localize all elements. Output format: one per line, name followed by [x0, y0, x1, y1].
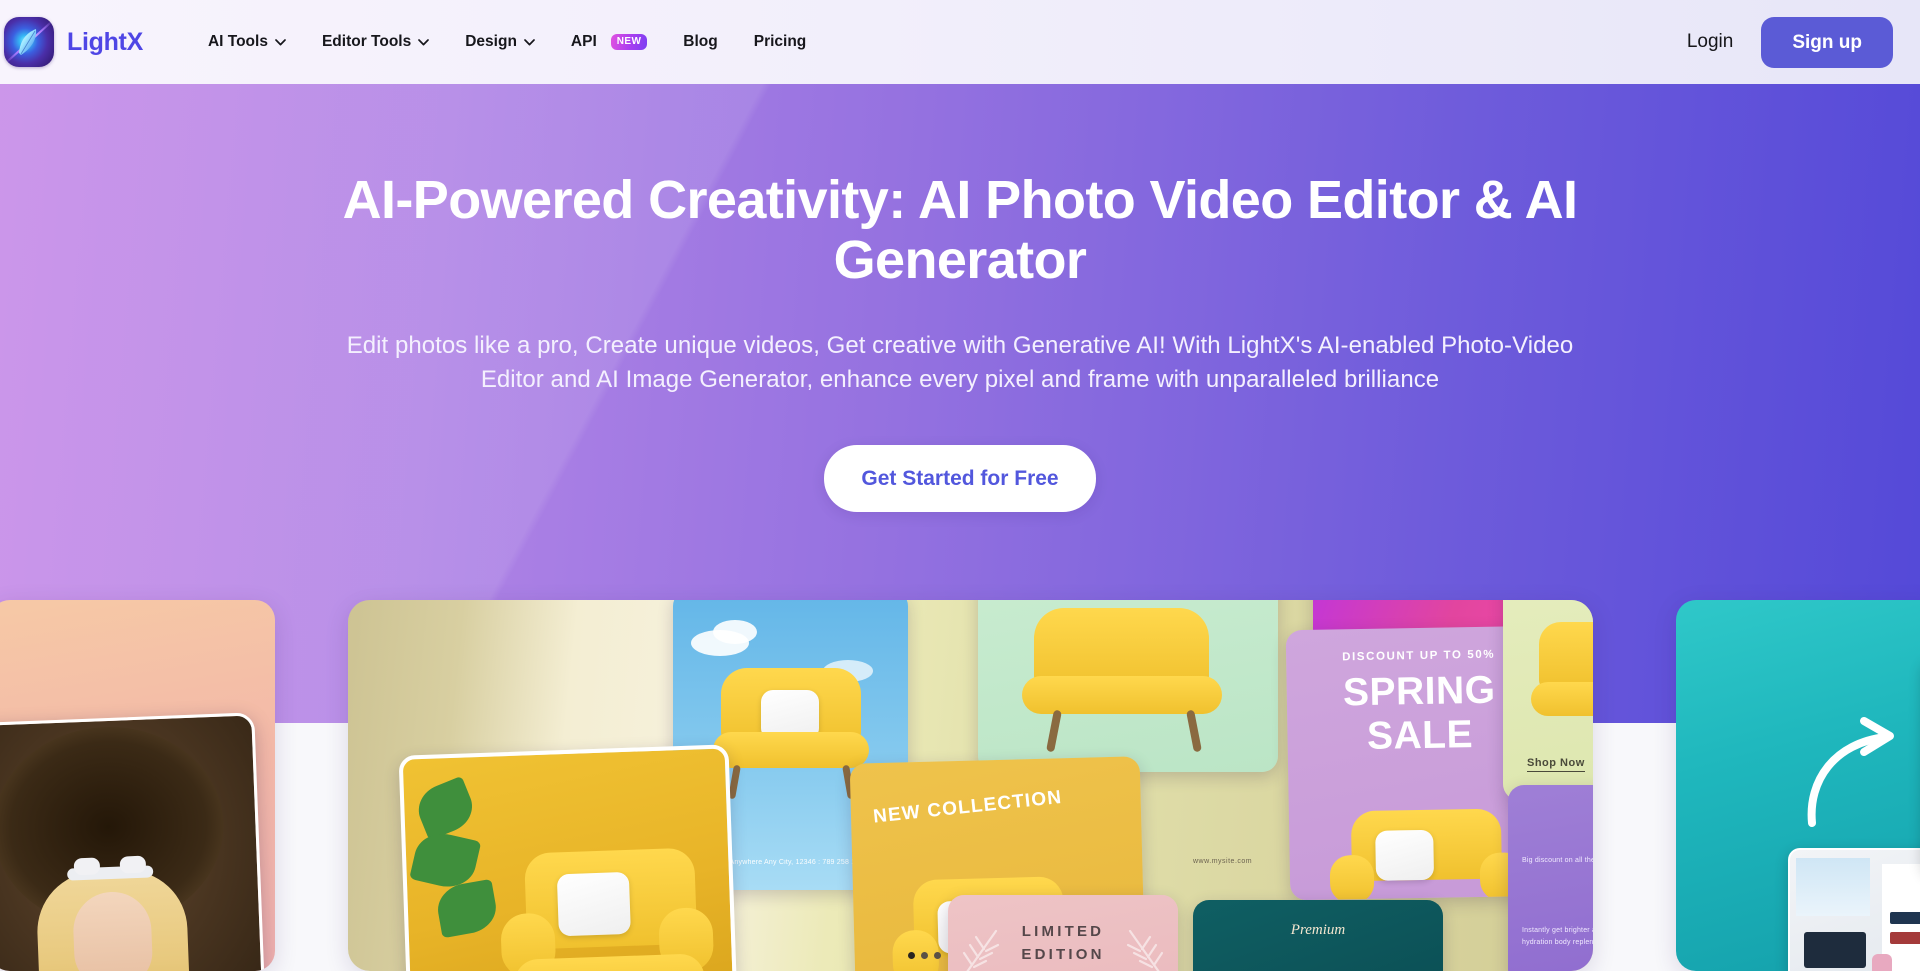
page-title: AI-Powered Creativity: AI Photo Video Ed…: [342, 170, 1578, 291]
nav-item-ai-tools[interactable]: AI Tools: [190, 25, 304, 59]
brand-name-text: LightX: [67, 27, 143, 56]
plant-leaf: [411, 775, 480, 841]
chair-arm-left: [892, 929, 940, 971]
hero-content: AI-Powered Creativity: AI Photo Video Ed…: [280, 68, 1640, 513]
chevron-down-icon: [524, 38, 535, 45]
website-text: www.mysite.com: [1193, 858, 1253, 865]
page-root: LightX AI Tools Editor Tools Design API …: [0, 0, 1920, 971]
limited-line-2: EDITION: [1021, 945, 1105, 963]
nav-item-label: Design: [465, 33, 517, 50]
lightx-feather-logo-icon: [4, 17, 54, 67]
shelf-item: [1890, 912, 1920, 924]
feather-glyph-icon: [19, 29, 37, 55]
room-before-photo: [1788, 848, 1920, 971]
hero-subtitle: Edit photos like a pro, Create unique vi…: [346, 331, 1574, 394]
limited-edition-label: LIMITED EDITION: [948, 921, 1178, 966]
limited-edition-tile: LIMITED EDITION: [948, 895, 1178, 971]
chair-seat: [1022, 676, 1222, 714]
shelf-item: [1890, 932, 1920, 944]
portrait-photo: [0, 712, 266, 971]
signup-button[interactable]: Sign up: [1761, 16, 1893, 68]
room-makeover-showcase-card[interactable]: [1676, 600, 1920, 971]
nav-actions: Login Sign up: [1687, 16, 1893, 68]
brand-logo[interactable]: LightX: [4, 17, 143, 67]
nav-item-design[interactable]: Design: [447, 25, 553, 59]
premium-label: Premium: [1290, 922, 1346, 938]
interior-design-showcase-card[interactable]: 123, Anywhere Any City, 12346 : 789 258 …: [348, 600, 1593, 971]
plant-leaf: [434, 878, 500, 939]
nav-item-pricing[interactable]: Pricing: [736, 25, 825, 59]
chair-seat: [1531, 682, 1593, 716]
nav-item-label: Editor Tools: [321, 33, 412, 50]
person-figure: [35, 848, 191, 971]
carousel-dot[interactable]: [934, 952, 941, 959]
hero-cta-wrap: Get Started for Free: [280, 445, 1640, 513]
promo-small-text: Instantly get brighter and softer skin w…: [1522, 927, 1593, 946]
portrait-showcase-card[interactable]: [0, 600, 275, 971]
chevron-down-icon: [275, 38, 286, 45]
shop-now-link[interactable]: Shop Now: [1527, 757, 1585, 772]
chair-leg: [1046, 709, 1062, 753]
nav-item-api[interactable]: API NEW: [553, 25, 665, 59]
nav-links: AI Tools Editor Tools Design API NEW Blo…: [190, 25, 824, 59]
chair-back: [1539, 622, 1593, 690]
get-started-button[interactable]: Get Started for Free: [824, 445, 1096, 513]
new-collection-label: NEW COLLECTION: [872, 786, 1064, 828]
nav-item-label: API: [570, 33, 597, 50]
nav-item-editor-tools[interactable]: Editor Tools: [304, 25, 447, 59]
nav-item-blog[interactable]: Blog: [665, 25, 735, 59]
carousel-dot[interactable]: [921, 952, 928, 959]
chair-seat: [713, 732, 869, 768]
monitor: [1804, 932, 1866, 968]
promo-big-text: Big discount on all the products this we…: [1522, 857, 1593, 864]
premium-tile: Premium: [1193, 900, 1443, 971]
chair-leg: [1186, 709, 1202, 753]
shop-now-tile[interactable]: +2345 www.ye Shop Now: [1503, 600, 1593, 800]
promo-purple-tile: Big discount on all the products this we…: [1508, 785, 1593, 971]
carousel-dots[interactable]: [908, 952, 941, 959]
nav-item-label: Pricing: [753, 33, 807, 50]
top-navigation-bar: LightX AI Tools Editor Tools Design API …: [0, 0, 1920, 84]
flower-vase: [1872, 954, 1892, 971]
bow-left: [73, 857, 101, 876]
bow-right: [119, 855, 147, 874]
chair-arm-left: [1329, 854, 1375, 901]
login-link[interactable]: Login: [1687, 31, 1734, 53]
nav-item-label: AI Tools: [207, 33, 268, 50]
pillow: [1375, 829, 1435, 881]
carousel-dot[interactable]: [908, 952, 915, 959]
showcase-gallery: 123, Anywhere Any City, 12346 : 789 258 …: [0, 600, 1920, 971]
pillow: [556, 871, 631, 937]
limited-line-1: LIMITED: [1021, 923, 1105, 940]
nav-item-label: Blog: [683, 33, 718, 50]
curved-arrow-icon: [1807, 717, 1894, 827]
chevron-down-icon: [418, 38, 430, 45]
cloud: [713, 620, 757, 644]
window: [1796, 858, 1870, 916]
new-badge: NEW: [610, 34, 648, 50]
yellow-chair-photo-tile: [398, 744, 738, 971]
mint-poster-tile: [978, 600, 1278, 772]
